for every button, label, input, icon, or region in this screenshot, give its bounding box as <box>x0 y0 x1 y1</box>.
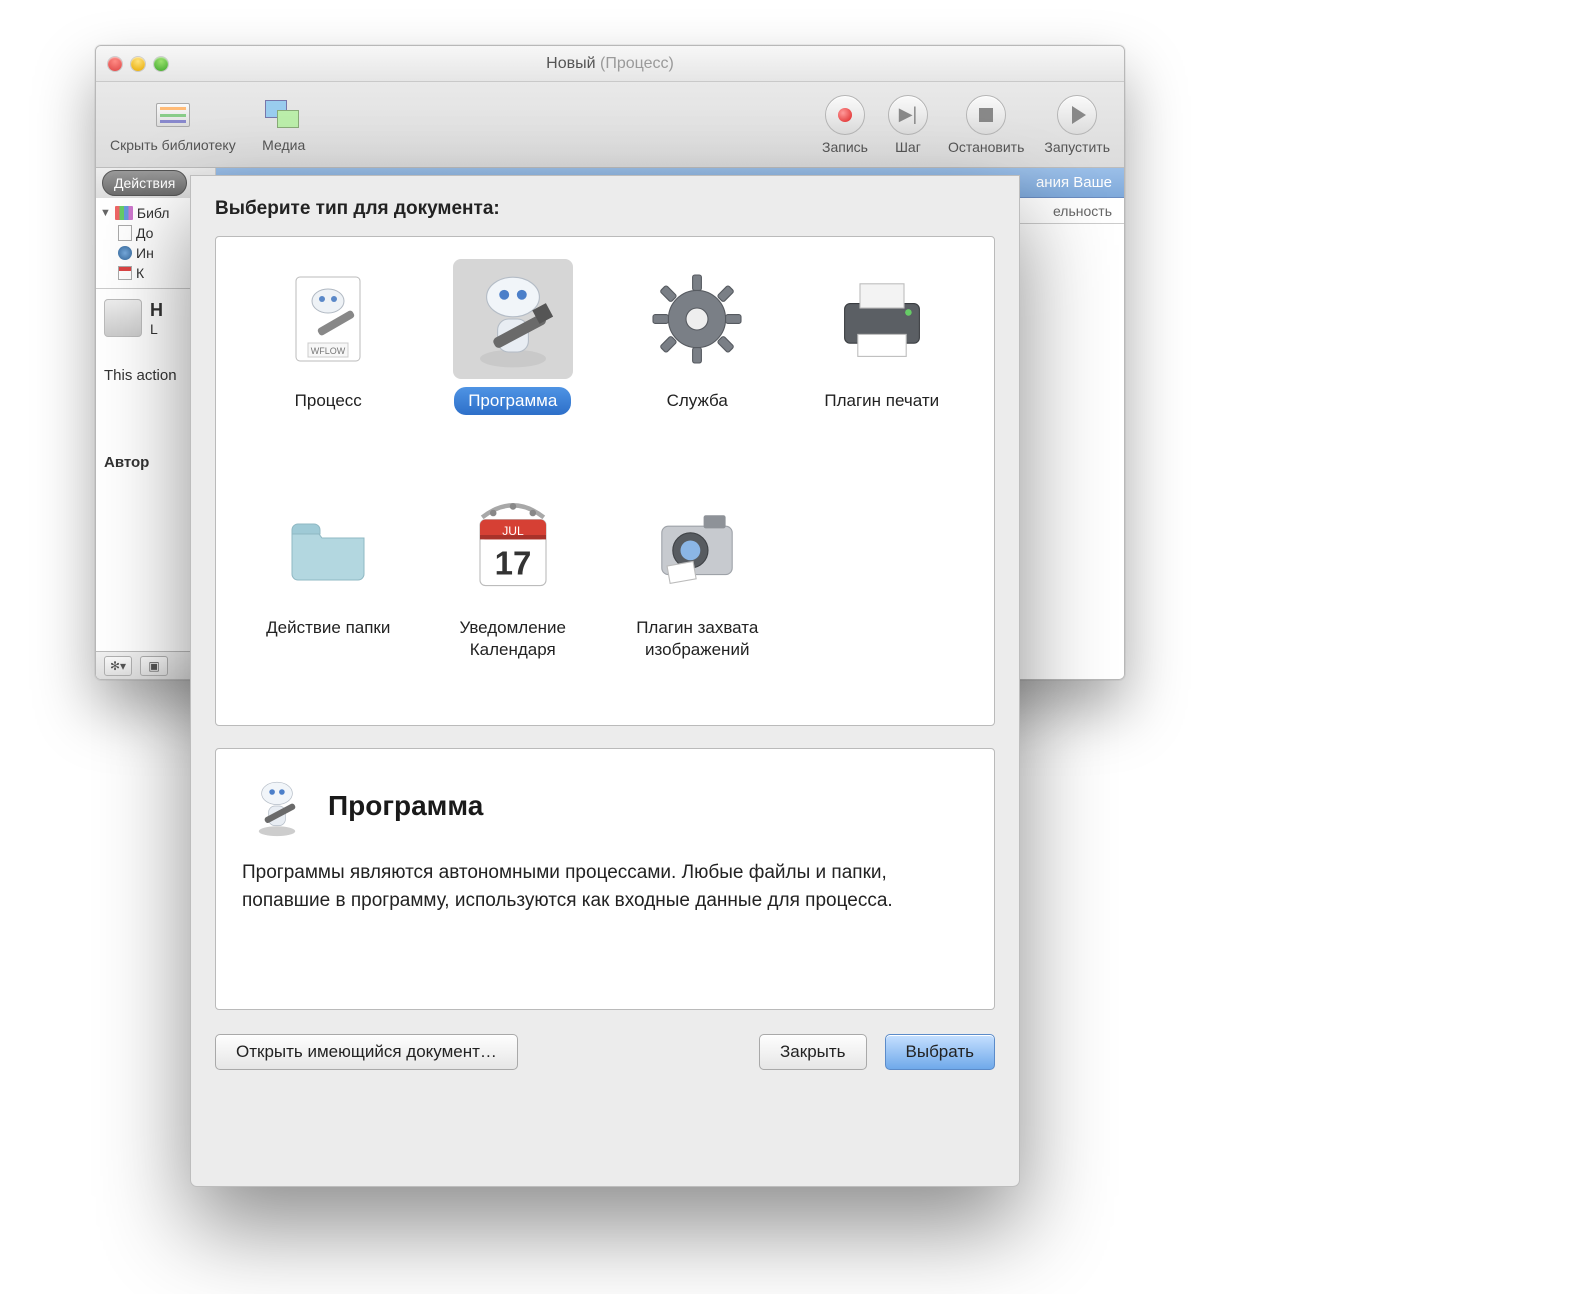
record-icon <box>838 108 852 122</box>
document-type-sheet: Выберите тип для документа: WFLOW Процес… <box>190 175 1020 1187</box>
font-icon <box>104 299 142 337</box>
description-title: Программа <box>328 790 483 822</box>
toggle-panel-button[interactable]: ▣ <box>140 656 168 676</box>
choose-button[interactable]: Выбрать <box>885 1034 995 1070</box>
calendar-icon <box>118 266 132 280</box>
option-folder-action-label: Действие папки <box>252 614 404 642</box>
open-existing-button[interactable]: Открыть имеющийся документ… <box>215 1034 518 1070</box>
zoom-window-icon[interactable] <box>154 57 168 71</box>
media-icon <box>265 100 303 130</box>
library-books-icon <box>115 206 133 220</box>
camera-icon <box>637 486 757 606</box>
window-title-sub: (Процесс) <box>600 55 674 72</box>
stop-icon <box>979 108 993 122</box>
option-folder-action[interactable]: Действие папки <box>236 486 421 703</box>
printer-icon <box>822 259 942 379</box>
option-print-plugin-label: Плагин печати <box>810 387 953 415</box>
play-label: Запустить <box>1044 139 1110 155</box>
window-title-main: Новый <box>546 55 595 72</box>
document-type-grid: WFLOW Процесс Программа <box>215 236 995 726</box>
folder-icon <box>268 486 388 606</box>
description-text: Программы являются автономными процессам… <box>242 859 968 914</box>
media-button[interactable]: Медиа <box>262 97 306 153</box>
option-image-capture-label: Плагин захвата изображений <box>605 614 790 664</box>
titlebar: Новый (Процесс) <box>96 46 1124 82</box>
option-workflow-label: Процесс <box>281 387 376 415</box>
record-label: Запись <box>822 139 868 155</box>
library-icon <box>156 103 190 127</box>
option-workflow[interactable]: WFLOW Процесс <box>236 259 421 476</box>
tab-actions[interactable]: Действия <box>102 170 187 196</box>
step-label: Шаг <box>895 139 921 155</box>
option-image-capture[interactable]: Плагин захвата изображений <box>605 486 790 703</box>
panel-icon: ▣ <box>148 659 159 673</box>
svg-text:WFLOW: WFLOW <box>311 346 346 356</box>
description-box: Программа Программы являются автономными… <box>215 748 995 1010</box>
gear-menu-button[interactable]: ✻▾ <box>104 656 132 676</box>
hide-library-button[interactable]: Скрыть библиотеку <box>110 97 236 153</box>
option-service-label: Служба <box>653 387 742 415</box>
step-icon: ▶| <box>899 104 918 125</box>
globe-icon <box>118 246 132 260</box>
minimize-window-icon[interactable] <box>131 57 145 71</box>
play-button[interactable]: Запустить <box>1044 95 1110 155</box>
traffic-lights <box>108 57 168 71</box>
option-application-label: Программа <box>454 387 571 415</box>
stop-button[interactable]: Остановить <box>948 95 1024 155</box>
option-application[interactable]: Программа <box>421 259 606 476</box>
document-icon <box>118 225 132 241</box>
close-button[interactable]: Закрыть <box>759 1034 866 1070</box>
sheet-buttons: Открыть имеющийся документ… Закрыть Выбр… <box>215 1034 995 1070</box>
close-window-icon[interactable] <box>108 57 122 71</box>
stop-label: Остановить <box>948 139 1024 155</box>
window-title: Новый (Процесс) <box>546 55 674 73</box>
library-root-label: Библ <box>137 205 170 221</box>
record-button[interactable]: Запись <box>822 95 868 155</box>
sheet-prompt: Выберите тип для документа: <box>215 198 995 220</box>
option-service[interactable]: Служба <box>605 259 790 476</box>
play-icon <box>1072 106 1086 124</box>
option-calendar-alarm[interactable]: JUL 17 Уведомление Календаря <box>421 486 606 703</box>
disclosure-triangle-icon[interactable]: ▼ <box>100 207 111 219</box>
svg-text:17: 17 <box>494 545 531 582</box>
calendar-alarm-icon: JUL 17 <box>453 486 573 606</box>
hide-library-label: Скрыть библиотеку <box>110 137 236 153</box>
option-print-plugin[interactable]: Плагин печати <box>790 259 975 476</box>
service-gear-icon <box>637 259 757 379</box>
gear-icon: ✻▾ <box>110 659 126 673</box>
description-icon <box>242 771 312 841</box>
workflow-icon: WFLOW <box>268 259 388 379</box>
step-button[interactable]: ▶| Шаг <box>888 95 928 155</box>
svg-text:JUL: JUL <box>502 524 524 538</box>
toolbar: Скрыть библиотеку Медиа Запись ▶| Шаг Ос… <box>96 82 1124 168</box>
application-icon <box>453 259 573 379</box>
media-label: Медиа <box>262 137 305 153</box>
option-calendar-alarm-label: Уведомление Календаря <box>421 614 606 664</box>
